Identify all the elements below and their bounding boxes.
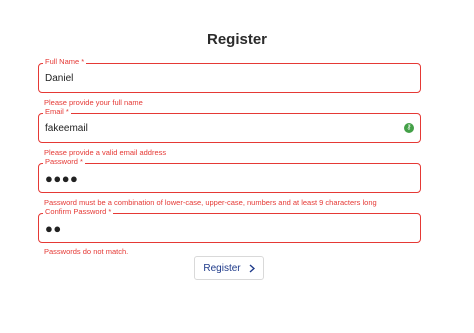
password-field[interactable]: Password * ●●●● (38, 157, 421, 193)
email-field[interactable]: Email * fakeemail ⚷ (38, 107, 421, 143)
password-manager-icon[interactable]: ⚷ (404, 123, 414, 133)
full-name-error: Please provide your full name (44, 98, 143, 107)
register-button[interactable]: Register (194, 256, 264, 280)
password-error: Password must be a combination of lower-… (44, 198, 377, 207)
password-value: ●●●● (45, 170, 79, 186)
email-value: fakeemail (45, 122, 88, 134)
confirm-password-value: ●● (45, 220, 62, 236)
email-error: Please provide a valid email address (44, 148, 167, 157)
full-name-value: Daniel (45, 72, 74, 84)
chevron-right-icon (249, 263, 255, 273)
register-button-label: Register (203, 262, 241, 274)
page-title: Register (206, 31, 268, 48)
full-name-field[interactable]: Full Name * Daniel (38, 57, 421, 93)
confirm-password-field[interactable]: Confirm Password * ●● (38, 207, 421, 243)
confirm-password-error: Passwords do not match. (44, 247, 129, 256)
